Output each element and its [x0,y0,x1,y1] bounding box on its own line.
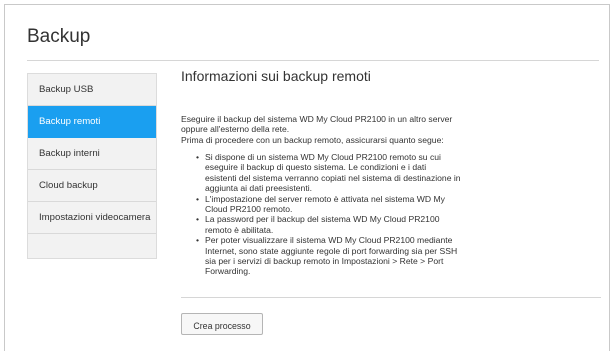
list-item-line: Internet, sono state aggiunte regole di … [205,245,458,256]
bullet-icon: • [196,193,200,204]
section-heading: Informazioni sui backup remoti [181,68,371,84]
list-item-line: sia per i servizi di backup remoto in Im… [205,256,444,267]
list-item-line: Per poter visualizzare il sistema WD My … [205,235,453,246]
list-item-line: L'impostazione del server remoto è attiv… [205,193,445,204]
list-item-line: eseguire il backup di questo sistema. Le… [205,162,427,173]
list-item-line: Cloud PR2100 remoto. [205,204,293,215]
sidebar-item-cloud-backup[interactable]: Cloud backup [28,170,156,202]
list-item-line: esistenti del sistema verranno copiati n… [205,172,461,183]
sidebar-item-impostazioni-videocamera[interactable]: Impostazioni videocamera [28,202,156,234]
list-item-line: remoto è abilitata. [205,224,274,235]
list-item: • L'impostazione del server remoto è att… [196,193,615,215]
sidebar: Backup USB Backup remoti Backup interni … [27,73,157,259]
list-item-line: Si dispone di un sistema WD My Cloud PR2… [205,152,441,162]
title-divider [27,60,599,61]
sidebar-item-backup-interni[interactable]: Backup interni [28,138,156,170]
list-item-line: Forwarding. [205,266,251,277]
list-item-line: aggiunta ai dati preesistenti. [205,183,313,194]
main-content: Informazioni sui backup remoti Eseguire … [181,68,601,276]
intro-line: oppure all'esterno della rete. [181,124,290,135]
crea-processo-button[interactable]: Crea processo [181,313,263,335]
content-divider [181,297,601,298]
list-item: • La password per il backup del sistema … [196,214,615,235]
page-title: Backup [27,26,91,47]
intro-line: Prima di procedere con un backup remoto,… [181,134,444,145]
bullet-icon: • [196,235,200,246]
list-item: • Per poter visualizzare il sistema WD M… [196,235,615,277]
requirements-list: • Si dispone di un sistema WD My Cloud P… [181,152,615,277]
list-item: • Si dispone di un sistema WD My Cloud P… [196,152,615,194]
list-item-line: La password per il backup del sistema WD… [205,214,440,225]
sidebar-item-backup-usb[interactable]: Backup USB [28,74,156,106]
sidebar-item-backup-remoti[interactable]: Backup remoti [28,106,156,138]
bullet-icon: • [196,214,200,225]
intro-line: Eseguire il backup del sistema WD My Clo… [181,114,453,124]
intro-text: Eseguire il backup del sistema WD My Clo… [181,114,591,145]
bullet-icon: • [196,152,200,162]
